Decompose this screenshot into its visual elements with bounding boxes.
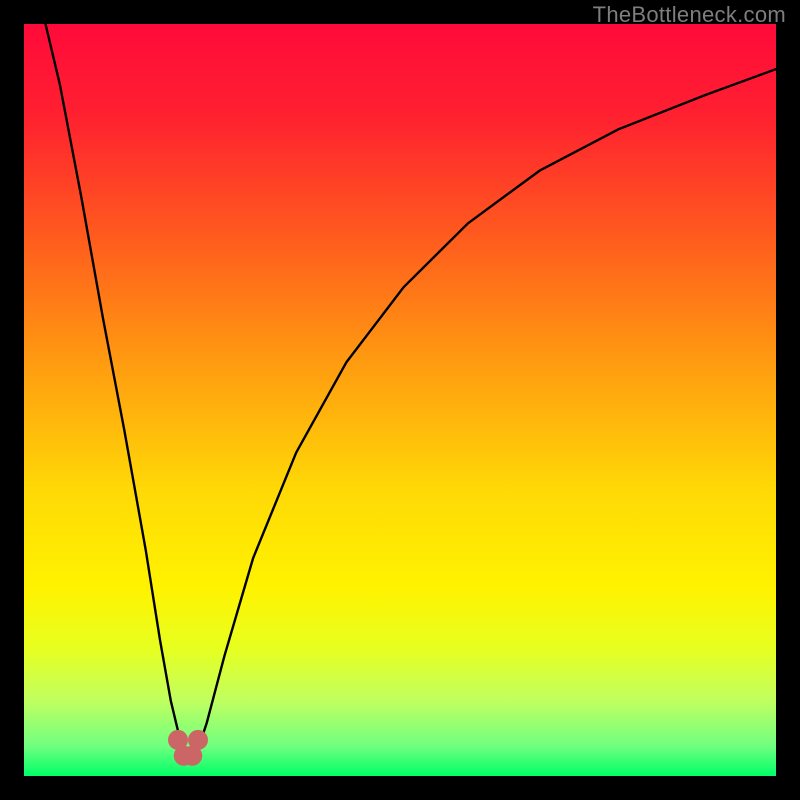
- plot-frame: [12, 12, 788, 788]
- plot-svg: [24, 24, 776, 776]
- plot-area: [24, 24, 776, 776]
- chart-stage: TheBottleneck.com: [0, 0, 800, 800]
- gradient-background: [24, 24, 776, 776]
- valley-marker-3: [188, 730, 208, 750]
